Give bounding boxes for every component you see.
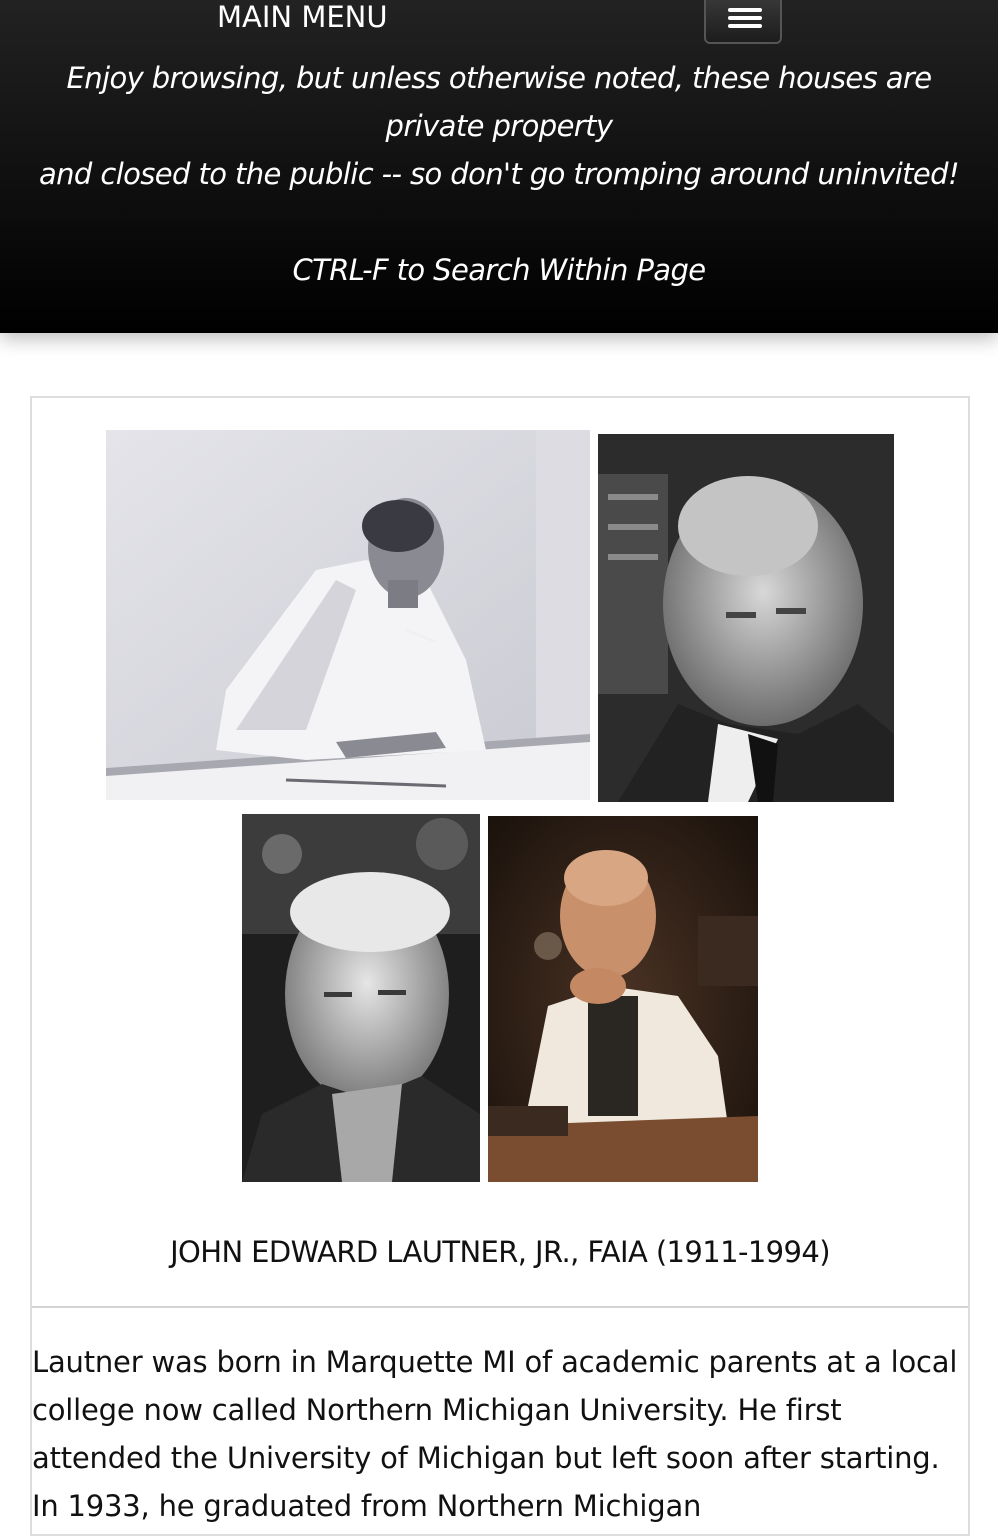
notice-line-1: Enjoy browsing, but unless otherwise not… xyxy=(66,61,933,95)
menu-toggle-button[interactable] xyxy=(704,0,782,44)
main-menu-label[interactable]: MAIN MENU xyxy=(217,0,388,36)
biography-text: Lautner was born in Marquette MI of acad… xyxy=(32,1345,958,1523)
architect-name-caption: JOHN EDWARD LAUTNER, JR., FAIA (1911-199… xyxy=(170,1235,830,1269)
lautner-color-portrait-photo xyxy=(488,816,758,1182)
site-header: MAIN MENU Enjoy browsing, but unless oth… xyxy=(0,0,998,333)
bio-divider xyxy=(32,1306,968,1308)
privacy-notice: Enjoy browsing, but unless otherwise not… xyxy=(0,54,998,294)
search-hint: CTRL-F to Search Within Page xyxy=(292,253,706,287)
lautner-drafting-photo xyxy=(106,430,590,800)
notice-line-3: and closed to the public -- so don't go … xyxy=(38,157,960,191)
lautner-portrait-photo xyxy=(598,434,894,802)
lautner-outdoor-portrait-photo xyxy=(242,814,480,1182)
architect-bio-card: JOHN EDWARD LAUTNER, JR., FAIA (1911-199… xyxy=(30,396,970,1536)
notice-spacer xyxy=(0,198,998,246)
notice-line-2: private property xyxy=(385,109,614,143)
